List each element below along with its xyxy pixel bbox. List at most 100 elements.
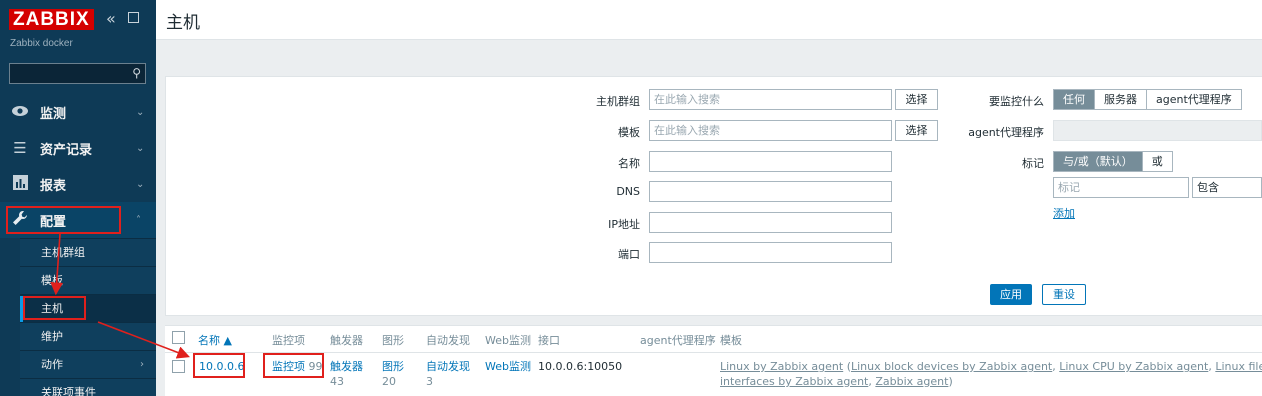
menu-item-monitoring[interactable]: 监测 ⌄ [0,94,156,130]
menu-item-label: 监测 [40,106,67,122]
apply-button[interactable]: 应用 [990,284,1032,305]
discovery-count: 3 [426,375,433,388]
reset-button[interactable]: 重设 [1042,284,1086,305]
ip-input[interactable] [649,212,892,233]
chevron-down-icon: ⌄ [136,178,145,190]
chart-icon [0,174,40,194]
templates-line-2: interfaces by Zabbix agent, Zabbix agent… [720,374,1262,389]
port-input[interactable] [649,242,892,263]
menu-item-inventory[interactable]: ☰ 资产记录 ⌄ [0,130,156,166]
column-header-items: 监控项 [272,334,305,347]
host-groups-label: 主机群组 [596,95,640,108]
host-groups-select-button[interactable]: 选择 [895,89,938,110]
graphs-count: 20 [382,375,396,388]
zabbix-logo[interactable]: ZABBIX [9,9,94,30]
sidebar-search-input[interactable]: ⚲ [9,63,146,84]
column-header-templates: 模板 [720,334,742,347]
name-input[interactable] [649,151,892,172]
submenu-item-event-correlation[interactable]: 关联项事件 [20,378,156,396]
triggers-cell: 触发器 43 [330,359,364,389]
annotation-box-configuration [6,206,121,234]
host-groups-input[interactable]: 在此输入搜索 [649,89,892,110]
select-all-checkbox[interactable] [172,331,185,344]
tag-operator-select[interactable]: 包含 [1192,177,1262,198]
chevron-right-icon: › [140,359,144,370]
column-header-graphs: 图形 [382,334,404,347]
search-icon[interactable]: ⚲ [132,66,141,80]
tag-name-input[interactable]: 标记 [1053,177,1189,198]
monitored-by-proxy[interactable]: agent代理程序 [1147,90,1241,109]
submenu-item-label: 动作 [41,358,63,371]
template-link[interactable]: Linux CPU by Zabbix agent [1059,360,1208,373]
template-separator: ( [843,360,851,373]
collapse-sidebar-icon[interactable]: « [106,11,116,27]
menu-item-label: 资产记录 [40,142,93,158]
port-label: 端口 [618,248,640,261]
template-link[interactable]: Linux by Zabbix agent [720,360,843,373]
add-tag-link[interactable]: 添加 [1053,205,1075,221]
eye-icon [0,103,40,121]
triggers-count: 43 [330,375,344,388]
monitored-by-server[interactable]: 服务器 [1095,90,1147,109]
template-separator: ) [948,375,953,388]
column-header-name[interactable]: 名称 ▲ [198,332,232,348]
annotation-box-host-name [193,353,245,378]
graphs-cell: 图形 20 [382,359,412,389]
dns-label: DNS [616,185,640,198]
dns-input[interactable] [649,181,892,202]
menu-item-reports[interactable]: 报表 ⌄ [0,166,156,202]
name-label: 名称 [618,157,640,170]
tags-mode-or[interactable]: 或 [1142,152,1172,171]
row-checkbox[interactable] [172,360,185,373]
templates-cell: Linux by Zabbix agent (Linux block devic… [720,359,1262,389]
column-header-web: Web监测 [485,334,531,347]
column-header-triggers: 触发器 [330,334,363,347]
annotation-box-items [263,353,324,378]
template-link[interactable]: interfaces by Zabbix agent [720,375,868,388]
submenu-item-templates[interactable]: 模板 [20,266,156,294]
template-link[interactable]: Zabbix agent [875,375,948,388]
submenu-item-host-groups[interactable]: 主机群组 [20,238,156,266]
monitored-by-toggle: 任何 服务器 agent代理程序 [1053,89,1242,110]
templates-line-1: Linux by Zabbix agent (Linux block devic… [720,359,1262,374]
discovery-link-part1[interactable]: 自动发 [426,360,459,373]
templates-label: 模板 [618,126,640,139]
chevron-up-icon: ˄ [136,214,141,226]
graphs-link-part2[interactable]: 形 [393,360,404,373]
tags-mode-toggle: 与/或（默认） 或 [1053,151,1173,172]
page-header: 主机 [156,0,1262,40]
column-header-interface: 接口 [538,334,560,347]
template-link[interactable]: Linux filesystems by Zab [1215,360,1262,373]
kiosk-mode-icon[interactable] [128,12,139,23]
proxy-label: agent代理程序 [968,126,1044,139]
list-icon: ☰ [13,139,27,157]
column-header-proxy: agent代理程序 [640,334,716,347]
page-title: 主机 [166,13,200,33]
graphs-link-part1[interactable]: 图 [382,360,393,373]
monitored-by-any[interactable]: 任何 [1054,90,1095,109]
tags-mode-and-or[interactable]: 与/或（默认） [1054,152,1143,171]
triggers-link-part1[interactable]: 触发 [330,360,352,373]
discovery-cell: 自动发现 3 [426,359,472,389]
menu-item-label: 报表 [40,178,67,194]
server-name: Zabbix docker [10,38,73,49]
templates-select-button[interactable]: 选择 [895,120,938,141]
ip-label: IP地址 [608,218,640,231]
proxy-input [1053,120,1262,141]
web-link[interactable]: Web监测 [485,359,531,374]
annotation-box-hosts [23,296,86,320]
triggers-link-part2[interactable]: 器 [352,360,363,373]
submenu-item-actions[interactable]: 动作 › [20,350,156,378]
templates-input[interactable]: 在此输入搜索 [649,120,892,141]
submenu-item-maintenance[interactable]: 维护 [20,322,156,350]
chevron-down-icon: ⌄ [136,142,145,154]
hosts-table: 名称 ▲ 监控项 触发器 图形 自动发现 Web监测 接口 agent代理程序 … [165,325,1262,396]
interface-value: 10.0.0.6:10050 [538,360,623,373]
discovery-link-part2[interactable]: 现 [459,360,470,373]
column-header-discovery: 自动发现 [426,334,470,347]
sidebar: ZABBIX « Zabbix docker ⚲ 监测 ⌄ ☰ 资产记录 ⌄ 报… [0,0,156,396]
tags-label: 标记 [1022,157,1044,170]
template-link[interactable]: Linux block devices by Zabbix agent [851,360,1052,373]
filter-tab-bar [156,40,1262,76]
monitored-by-label: 要监控什么 [989,95,1044,108]
